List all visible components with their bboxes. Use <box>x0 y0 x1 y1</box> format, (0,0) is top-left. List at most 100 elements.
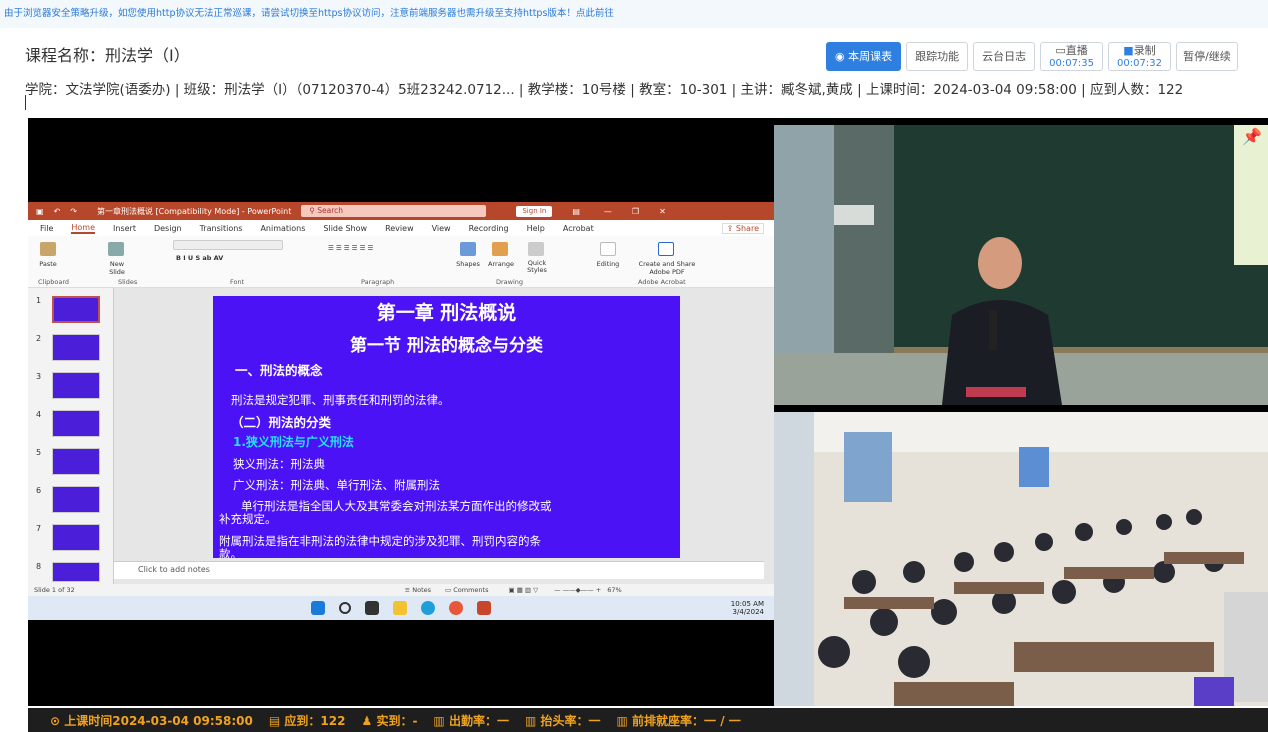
editing-icon[interactable] <box>600 242 616 256</box>
video-stage: ▣ ↶ ↷ 第一章刑法概说 [Compatibility Mode] - Pow… <box>28 118 1268 706</box>
menu-insert[interactable]: Insert <box>113 224 136 233</box>
slide-thumbnail[interactable] <box>52 410 100 437</box>
restore-icon[interactable]: ❐ <box>632 207 639 216</box>
task-view-icon[interactable] <box>365 601 379 615</box>
start-time-value: 上课时间2024-03-04 09:58:00 <box>64 713 253 728</box>
search-icon: ⚲ <box>309 206 315 215</box>
shapes-icon[interactable] <box>460 242 476 256</box>
ptz-log-button[interactable]: 云台日志 <box>973 42 1036 71</box>
slide-thumbnail[interactable] <box>52 524 100 551</box>
create-pdf-icon[interactable] <box>658 242 674 256</box>
person-icon: ♟ <box>361 713 373 728</box>
ribbon-display-icon[interactable]: ▤ <box>572 207 580 216</box>
slide-title: 第一章 刑法概说 <box>376 302 517 324</box>
search-icon[interactable] <box>339 602 351 614</box>
student-camera-image <box>774 412 1268 706</box>
slide-thumbnail[interactable] <box>52 372 100 399</box>
head-up-rate-value: 抬头率：一 <box>540 713 601 728</box>
bar-chart-icon: ▥ <box>433 713 445 728</box>
bar-chart-icon: ▥ <box>524 713 537 728</box>
powerpoint-icon[interactable] <box>477 601 491 615</box>
slide-count: Slide 1 of 32 <box>34 586 75 594</box>
slide-line: （二）刑法的分类 <box>231 415 332 430</box>
front-seat-rate-stat: ▥ 前排就座率：一 / 一 <box>617 712 741 729</box>
front-seat-rate-value: 前排就座率：一 / 一 <box>632 713 741 728</box>
paste-icon[interactable] <box>40 242 56 256</box>
group-drawing: Drawing <box>496 278 524 286</box>
sign-in-button[interactable]: Sign In <box>516 205 553 217</box>
comments-label: Comments <box>453 586 489 594</box>
live-label: 直播 <box>1065 44 1088 57</box>
firefox-icon[interactable] <box>449 601 463 615</box>
quick-styles-icon[interactable] <box>528 242 544 256</box>
view-buttons[interactable]: ▣ ▦ ▥ ▽ <box>508 586 538 594</box>
ppt-statusbar: Slide 1 of 32 ≡ Notes ▭ Comments ▣ ▦ ▥ ▽… <box>28 584 774 596</box>
windows-start-icon[interactable] <box>311 601 325 615</box>
group-adobe-acrobat: Adobe Acrobat <box>638 278 686 286</box>
attendance-stats-bar: ⊙ 上课时间2024-03-04 09:58:00 ▤ 应到：122 ♟ 实到：… <box>28 708 1268 732</box>
close-icon[interactable]: ✕ <box>659 207 666 216</box>
redo-icon[interactable]: ↷ <box>70 207 77 216</box>
system-clock[interactable]: 10:05 AM 3/4/2024 <box>731 600 764 616</box>
teacher-camera-feed[interactable]: 📌 <box>774 125 1268 405</box>
menu-review[interactable]: Review <box>385 224 414 233</box>
save-icon[interactable]: ▣ <box>36 207 44 216</box>
current-slide[interactable]: 第一章 刑法概说 第一节 刑法的概念与分类 一、刑法的概念 刑法是规定犯罪、刑事… <box>213 296 680 558</box>
slide-thumbnail[interactable] <box>52 562 100 582</box>
menu-recording[interactable]: Recording <box>469 224 509 233</box>
group-slides: Slides <box>118 278 138 286</box>
shapes-label: Shapes <box>456 260 480 268</box>
menu-home[interactable]: Home <box>71 223 96 234</box>
menu-help[interactable]: Help <box>527 224 545 233</box>
menu-transitions[interactable]: Transitions <box>200 224 243 233</box>
ppt-titlebar: ▣ ↶ ↷ 第一章刑法概说 [Compatibility Mode] - Pow… <box>28 202 774 220</box>
clock-icon: ⊙ <box>50 713 61 728</box>
notes-toggle[interactable]: ≡ Notes <box>405 586 431 594</box>
slide-thumbnail[interactable] <box>52 448 100 475</box>
menu-acrobat[interactable]: Acrobat <box>563 224 594 233</box>
new-slide-icon[interactable] <box>108 242 124 256</box>
file-explorer-icon[interactable] <box>393 601 407 615</box>
https-upgrade-notice[interactable]: 由于浏览器安全策略升级，如您使用http协议无法正常巡课，请尝试切换至https… <box>0 0 1268 28</box>
share-button[interactable]: ⇪ Share <box>721 222 764 234</box>
tracking-button[interactable]: 跟踪功能 <box>906 42 969 71</box>
slide-thumbnail[interactable] <box>52 334 100 361</box>
slide-line: 款。 <box>219 547 242 559</box>
ppt-search-input[interactable]: ⚲ Search <box>301 205 487 217</box>
notes-pane[interactable]: Click to add notes <box>114 561 764 579</box>
arrange-icon[interactable] <box>492 242 508 256</box>
slide-line: 补充规定。 <box>219 512 277 526</box>
week-schedule-button[interactable]: ◉ 本周课表 <box>826 42 902 71</box>
slide-thumbnail[interactable] <box>52 296 100 323</box>
menu-design[interactable]: Design <box>154 224 182 233</box>
menu-animations[interactable]: Animations <box>260 224 305 233</box>
clock-time: 10:05 AM <box>730 600 764 608</box>
font-box[interactable] <box>173 240 283 250</box>
menu-file[interactable]: File <box>40 224 53 233</box>
share-label: Share <box>735 223 759 233</box>
ppt-window-title: 第一章刑法概说 [Compatibility Mode] - PowerPoin… <box>96 206 292 216</box>
live-button[interactable]: ▭直播 00:07:35 <box>1040 42 1104 71</box>
minimize-icon[interactable]: — <box>604 207 612 216</box>
edge-icon[interactable] <box>421 601 435 615</box>
expected-stat: ▤ 应到：122 <box>269 712 346 729</box>
comments-toggle[interactable]: ▭ Comments <box>445 586 488 594</box>
record-label: 录制 <box>1133 44 1156 57</box>
slide-thumbnail[interactable] <box>52 486 100 513</box>
menu-slide-show[interactable]: Slide Show <box>323 224 367 233</box>
zoom-level[interactable]: 67% <box>607 586 621 594</box>
start-time-stat: ⊙ 上课时间2024-03-04 09:58:00 <box>50 712 253 729</box>
zoom-slider[interactable]: — ——◆—— + <box>554 586 601 594</box>
student-camera-feed[interactable] <box>774 412 1268 706</box>
undo-icon[interactable]: ↶ <box>54 207 61 216</box>
ppt-menubar: File Home Insert Design Transitions Anim… <box>28 220 774 236</box>
record-button[interactable]: ■录制 00:07:32 <box>1108 42 1171 71</box>
pin-icon[interactable]: 📌 <box>1242 127 1262 146</box>
pause-resume-button[interactable]: 暂停/继续 <box>1175 42 1238 71</box>
record-timer: 00:07:32 <box>1117 58 1162 69</box>
menu-view[interactable]: View <box>432 224 451 233</box>
arrange-label: Arrange <box>488 260 514 268</box>
screen-share-powerpoint: ▣ ↶ ↷ 第一章刑法概说 [Compatibility Mode] - Pow… <box>28 202 774 620</box>
clock-date: 3/4/2024 <box>732 608 764 616</box>
course-info: 学院：文法学院(语委办) | 班级：刑法学（Ⅰ）（07120370-4）5班23… <box>25 82 1184 98</box>
